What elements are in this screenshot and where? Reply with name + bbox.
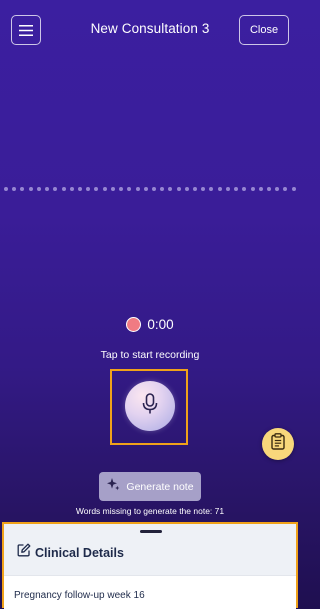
waveform-dot (12, 187, 17, 191)
waveform-dot (86, 187, 91, 191)
waveform-dot (176, 187, 181, 191)
waveform-dot (291, 187, 296, 191)
waveform-dot (119, 187, 124, 191)
waveform-dot (61, 187, 66, 191)
clipboard-icon (271, 433, 285, 455)
notes-fab-button[interactable] (262, 428, 294, 460)
waveform-dot (234, 187, 239, 191)
waveform-dot (242, 187, 247, 191)
waveform-dot (283, 187, 288, 191)
waveform-dot (102, 187, 107, 191)
waveform-dot (36, 187, 41, 191)
generate-note-button[interactable]: Generate note (99, 472, 201, 501)
waveform-dot (209, 187, 214, 191)
waveform-dot (275, 187, 280, 191)
audio-waveform (4, 186, 296, 192)
waveform-dot (4, 187, 8, 191)
recording-timer: 0:00 (0, 317, 300, 332)
record-button[interactable] (125, 381, 175, 431)
waveform-dot (168, 187, 173, 191)
hamburger-menu-icon (19, 24, 33, 36)
waveform-dot (193, 187, 198, 191)
waveform-dot (77, 187, 82, 191)
waveform-dot (151, 187, 156, 191)
waveform-dot (110, 187, 115, 191)
page-title: New Consultation 3 (90, 21, 210, 36)
menu-button[interactable] (11, 15, 41, 45)
close-button[interactable]: Close (239, 15, 289, 45)
waveform-dot (94, 187, 99, 191)
waveform-dot (250, 187, 255, 191)
sheet-highlight-frame (2, 522, 298, 608)
waveform-dot (69, 187, 74, 191)
waveform-dot (267, 187, 271, 191)
sparkle-icon (106, 477, 120, 496)
waveform-dot (45, 187, 50, 191)
waveform-dot (184, 187, 189, 191)
waveform-dot (28, 187, 33, 191)
waveform-dot (258, 187, 263, 191)
waveform-dot (20, 187, 25, 191)
waveform-dot (135, 187, 140, 191)
app-header: New Consultation 3 Close (0, 0, 300, 60)
waveform-dot (217, 187, 222, 191)
waveform-dot (53, 187, 58, 191)
waveform-dot (225, 187, 230, 191)
waveform-dot (143, 187, 148, 191)
generate-note-label: Generate note (126, 480, 194, 493)
recording-status-dot (126, 317, 142, 332)
recording-instruction: Tap to start recording (100, 349, 200, 361)
elapsed-time: 0:00 (147, 317, 174, 332)
waveform-dot (160, 187, 165, 191)
words-missing-text: Words missing to generate the note: 71 (75, 506, 225, 516)
waveform-dot (127, 187, 132, 191)
waveform-dot (201, 187, 206, 191)
microphone-icon (142, 392, 158, 420)
